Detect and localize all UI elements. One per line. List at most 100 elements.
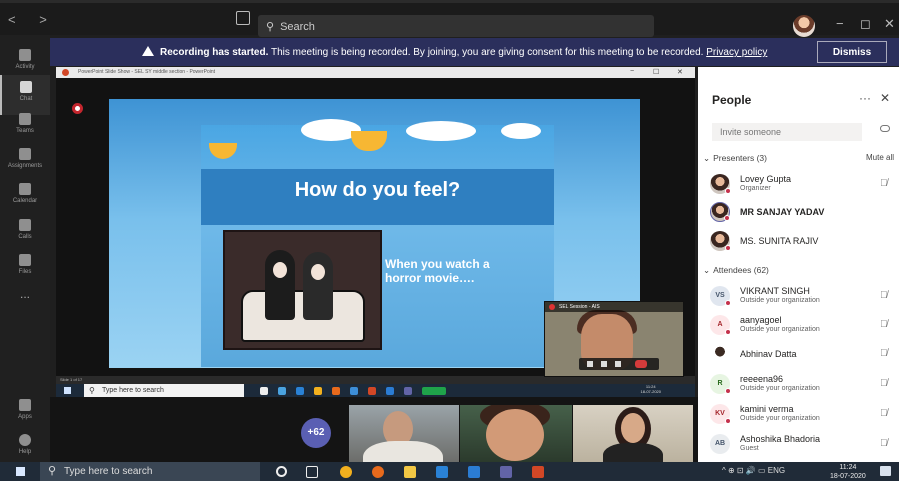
invite-input[interactable]	[712, 123, 862, 141]
title-bar: < > ⚲ Search − ◻ ✕	[0, 0, 899, 37]
taskbar-clock[interactable]: 11:24 18-07-2020	[830, 463, 866, 481]
participant-role: Guest	[740, 445, 759, 452]
ppt-close: ✕	[677, 69, 683, 76]
participant-row[interactable]: Lovey Gupta Organizer 🎙̸	[710, 171, 899, 197]
search-input[interactable]: ⚲ Search	[258, 15, 654, 37]
participant-row[interactable]: A aanyagoel Outside your organization 🎙̸	[710, 312, 899, 338]
participant-row[interactable]: MR SANJAY YADAV	[710, 199, 899, 225]
recording-dot-icon	[549, 304, 555, 310]
file-explorer-icon[interactable]	[404, 466, 416, 478]
share-icon[interactable]	[615, 361, 621, 367]
rail-calendar[interactable]: Calendar	[0, 177, 50, 217]
rail-files[interactable]: Files	[0, 248, 50, 288]
more-options-icon[interactable]: ···	[859, 91, 871, 105]
edge-icon	[278, 387, 286, 395]
maximize-button[interactable]: ◻	[860, 16, 871, 32]
word-icon[interactable]	[468, 466, 480, 478]
shared-search-text: Type here to search	[102, 387, 164, 394]
teams-icon[interactable]	[500, 466, 512, 478]
avatar-initials: KV	[715, 410, 725, 417]
mic-muted-icon[interactable]: 🎙̸	[880, 319, 888, 330]
status-badge	[724, 215, 730, 221]
mic-muted-icon[interactable]: 🎙̸	[880, 178, 888, 189]
mic-muted-icon[interactable]: 🎙̸	[880, 408, 888, 419]
hang-up-button[interactable]	[635, 360, 647, 368]
mail-icon[interactable]	[436, 466, 448, 478]
dismiss-button[interactable]: Dismiss	[817, 41, 887, 63]
powerpoint-icon[interactable]	[532, 466, 544, 478]
mic-icon[interactable]	[601, 361, 607, 367]
rail-label: Calls	[18, 234, 32, 240]
participant-name: Ashoshika Bhadoria	[740, 434, 821, 444]
taskview-icon[interactable]	[306, 466, 318, 478]
section-label: Presenters (3)	[713, 153, 767, 163]
chrome-icon[interactable]	[340, 466, 352, 478]
rail-more[interactable]: ...	[0, 287, 50, 327]
compose-icon[interactable]	[236, 11, 250, 25]
notification-icon[interactable]	[880, 466, 891, 476]
participant-row[interactable]: KV kamini verma Outside your organizatio…	[710, 401, 899, 427]
system-tray[interactable]: ^ ⊕ ⊡ 🔊 ▭ ENG	[722, 466, 785, 475]
store-icon	[350, 387, 358, 395]
close-window-button[interactable]: ✕	[884, 16, 895, 32]
rail-assignments[interactable]: Assignments	[0, 142, 50, 182]
face-shape	[311, 264, 325, 280]
help-icon	[19, 434, 31, 446]
participant-name: Abhinav Datta	[740, 349, 797, 359]
history-nav[interactable]: < >	[8, 12, 57, 27]
rail-apps[interactable]: Apps	[0, 393, 50, 433]
participant-row[interactable]: R reeeena96 Outside your organization 🎙̸	[710, 371, 899, 397]
mic-muted-icon[interactable]: 🎙̸	[880, 378, 888, 389]
participant-row[interactable]: AB Ashoshika Bhadoria Guest 🎙̸	[710, 431, 899, 457]
shirt-shape	[603, 443, 663, 462]
assignments-icon	[19, 148, 31, 160]
status-badge	[725, 418, 731, 424]
privacy-policy-link[interactable]: Privacy policy	[706, 47, 767, 58]
powerpoint-icon	[368, 387, 376, 395]
participant-video[interactable]	[573, 405, 693, 462]
face-shape	[486, 409, 544, 461]
cortana-icon[interactable]	[276, 466, 287, 477]
presenters-section[interactable]: ⌄ Presenters (3)	[703, 153, 767, 164]
mic-muted-icon[interactable]: 🎙̸	[880, 348, 888, 359]
self-video[interactable]: SEL Session - AIS	[544, 301, 684, 377]
phone-icon	[19, 219, 31, 231]
chevron-down-icon: ⌄	[703, 265, 711, 275]
status-badge	[725, 188, 731, 194]
profile-avatar[interactable]	[793, 15, 815, 37]
avatar	[710, 231, 731, 251]
attendees-section[interactable]: ⌄ Attendees (62)	[703, 265, 769, 276]
avatar-initials: AB	[714, 440, 726, 447]
ppt-title: PowerPoint Slide Show - SEL SY middle se…	[78, 69, 216, 75]
powerpoint-icon	[62, 69, 69, 76]
overflow-count[interactable]: +62	[301, 418, 331, 448]
rail-calls[interactable]: Calls	[0, 213, 50, 253]
rail-teams[interactable]: Teams	[0, 107, 50, 147]
shared-search: ⚲ Type here to search	[84, 384, 244, 397]
windows-start-button[interactable]	[16, 467, 25, 476]
firefox-icon[interactable]	[372, 466, 384, 478]
avatar: A	[710, 315, 731, 335]
link-icon[interactable]	[880, 125, 890, 132]
panel-title: People	[712, 93, 752, 107]
participant-name: reeeena96	[740, 374, 784, 384]
participant-role: Outside your organization	[740, 326, 820, 333]
avatar	[710, 344, 730, 364]
slide-status: Slide 1 of 17	[56, 376, 695, 384]
mic-muted-icon[interactable]: 🎙̸	[880, 438, 888, 449]
camera-icon[interactable]	[587, 361, 593, 367]
minimize-button[interactable]: −	[836, 16, 844, 31]
taskbar-search[interactable]: ⚲ Type here to search	[40, 462, 260, 481]
participant-row[interactable]: MS. SUNITA RAJIV	[710, 228, 899, 254]
mic-muted-icon[interactable]: 🎙̸	[880, 290, 888, 301]
participant-row[interactable]: Abhinav Datta 🎙̸	[710, 341, 899, 367]
recording-indicator-icon	[72, 103, 83, 114]
participant-video[interactable]	[460, 405, 572, 462]
rail-label: Chat	[19, 96, 33, 102]
battery-icon	[422, 387, 446, 395]
close-panel-button[interactable]: ✕	[880, 91, 890, 105]
participant-row[interactable]: VS VIKRANT SINGH Outside your organizati…	[710, 283, 899, 309]
apps-icon	[19, 399, 31, 411]
participant-video[interactable]	[349, 405, 459, 462]
mute-all-button[interactable]: Mute all	[866, 153, 894, 162]
